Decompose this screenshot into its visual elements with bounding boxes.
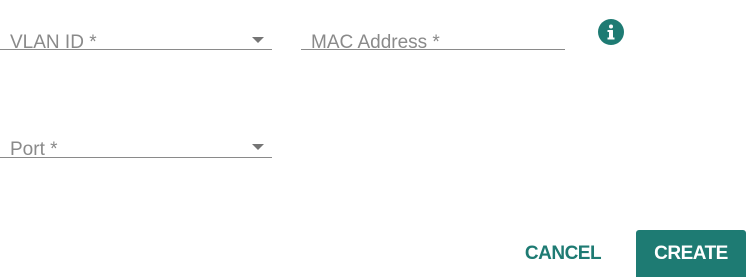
vlan-id-label: VLAN ID * <box>10 32 97 53</box>
dropdown-arrow-icon <box>252 37 264 43</box>
info-icon[interactable] <box>598 19 624 45</box>
mac-address-label: MAC Address * <box>311 32 440 53</box>
create-button[interactable]: CREATE <box>636 230 746 277</box>
port-label: Port * <box>10 139 58 160</box>
mac-address-input[interactable]: MAC Address * <box>301 15 565 53</box>
dropdown-arrow-icon <box>252 144 264 150</box>
cancel-button[interactable]: CANCEL <box>512 230 614 277</box>
create-entry-form: VLAN ID * MAC Address * Port * CANCEL CR… <box>0 0 746 277</box>
vlan-id-select[interactable]: VLAN ID * <box>0 15 272 53</box>
port-select[interactable]: Port * <box>0 122 272 160</box>
